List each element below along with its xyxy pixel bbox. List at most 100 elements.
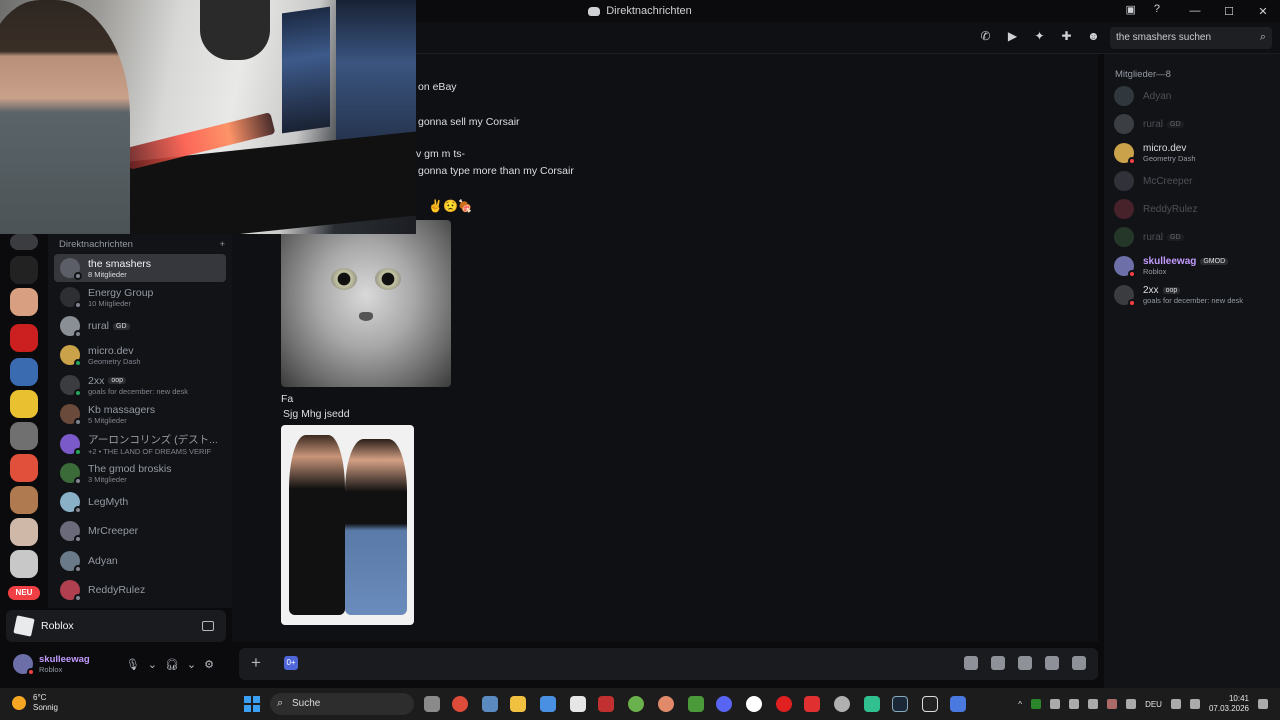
member-item[interactable]: 2xx oop goals for december: new desk bbox=[1114, 282, 1274, 308]
close-icon[interactable]: ✕ bbox=[1246, 0, 1280, 22]
sticker-icon[interactable] bbox=[1018, 656, 1032, 670]
dm-item[interactable]: アーロンコリンズ (デスト... +2 • THE LAND OF DREAMS … bbox=[54, 430, 226, 458]
member-item[interactable]: McCreeper bbox=[1114, 168, 1274, 194]
steam-tray-icon[interactable] bbox=[1050, 699, 1061, 709]
mute-icon[interactable]: 🎙︎ bbox=[126, 658, 140, 671]
webcam-overlay[interactable] bbox=[0, 0, 416, 234]
gear-icon[interactable]: ⚙ bbox=[204, 658, 214, 671]
microphone-icon[interactable] bbox=[1107, 699, 1118, 709]
language-indicator[interactable]: DEU bbox=[1145, 700, 1162, 709]
store-icon[interactable] bbox=[540, 696, 556, 712]
dm-item[interactable]: LegMyth bbox=[54, 488, 226, 516]
user-info[interactable]: skulleewag Roblox bbox=[39, 654, 90, 674]
keyboard-icon[interactable] bbox=[1126, 699, 1137, 709]
app-icon[interactable] bbox=[804, 696, 820, 712]
member-item[interactable]: skulleewag GMOD Roblox bbox=[1114, 253, 1274, 279]
app-chip[interactable]: 0+ bbox=[284, 656, 298, 670]
attach-button[interactable]: + bbox=[251, 653, 261, 673]
server-icon[interactable] bbox=[10, 486, 38, 514]
chevron-down-icon[interactable]: ⌄ bbox=[187, 658, 196, 671]
add-dm-button[interactable]: + bbox=[219, 239, 225, 250]
video-call-icon[interactable]: ▶ bbox=[1006, 30, 1019, 43]
member-item[interactable]: ReddyRulez bbox=[1114, 196, 1274, 222]
notification-icon[interactable] bbox=[1258, 699, 1268, 709]
task-view-icon[interactable] bbox=[424, 696, 440, 712]
discord-tray-icon[interactable] bbox=[1088, 699, 1099, 709]
photo-image[interactable] bbox=[281, 425, 414, 625]
weather-widget[interactable]: 6°C Sonnig bbox=[12, 693, 58, 713]
dm-item[interactable]: the smashers 8 Mitglieder bbox=[54, 254, 226, 282]
app-icon[interactable] bbox=[598, 696, 614, 712]
clock[interactable]: 10:41 07.03.2026 bbox=[1209, 694, 1249, 714]
voice-call-icon[interactable]: ✆ bbox=[979, 30, 992, 43]
chevron-down-icon[interactable]: ⌄ bbox=[148, 658, 157, 671]
pinned-icon[interactable]: ✦ bbox=[1033, 30, 1046, 43]
file-explorer-icon[interactable] bbox=[510, 696, 526, 712]
member-item[interactable]: rural GD bbox=[1114, 111, 1274, 137]
member-item[interactable]: Adyan bbox=[1114, 83, 1274, 109]
message-composer[interactable]: + 0+ bbox=[239, 648, 1098, 680]
add-friend-icon[interactable]: ✚ bbox=[1060, 30, 1073, 43]
server-icon[interactable] bbox=[10, 256, 38, 284]
server-icon[interactable] bbox=[10, 390, 38, 418]
dm-item[interactable]: 2xx oop goals for december: new desk bbox=[54, 371, 226, 399]
activity-panel[interactable]: Roblox bbox=[6, 610, 226, 642]
avatar[interactable] bbox=[13, 654, 35, 676]
dm-item[interactable]: micro.dev Geometry Dash bbox=[54, 341, 226, 369]
gift-icon[interactable] bbox=[964, 656, 978, 670]
app-icon[interactable] bbox=[776, 696, 792, 712]
app-icon[interactable] bbox=[950, 696, 966, 712]
dm-item[interactable]: Energy Group 10 Mitglieder bbox=[54, 283, 226, 311]
volume-icon[interactable] bbox=[1189, 699, 1200, 709]
chrome-icon[interactable] bbox=[452, 696, 468, 712]
inbox-icon[interactable]: ▣ bbox=[1125, 3, 1135, 16]
tray-icon[interactable] bbox=[1031, 699, 1042, 709]
member-item[interactable]: rural GD bbox=[1114, 224, 1274, 250]
chevron-up-icon[interactable]: ^ bbox=[1018, 700, 1022, 709]
calculator-icon[interactable] bbox=[482, 696, 498, 712]
avatar bbox=[60, 287, 82, 309]
search-input[interactable]: the smashers suchen ⌕ bbox=[1110, 27, 1272, 49]
dm-item[interactable]: rural GD bbox=[54, 312, 226, 340]
server-icon[interactable] bbox=[10, 324, 38, 352]
app-icon[interactable] bbox=[746, 696, 762, 712]
minecraft-icon[interactable] bbox=[688, 696, 704, 712]
dm-item[interactable]: ReddyRulez bbox=[54, 576, 226, 604]
dm-item[interactable]: The gmod broskis 3 Mitglieder bbox=[54, 459, 226, 487]
headset-icon[interactable]: 🎧︎ bbox=[165, 658, 179, 671]
help-icon[interactable]: ? bbox=[1154, 3, 1160, 16]
taskbar-search[interactable]: ⌕ Suche bbox=[270, 693, 414, 715]
tray-icon[interactable] bbox=[1069, 699, 1080, 709]
app-icon[interactable] bbox=[658, 696, 674, 712]
network-icon[interactable] bbox=[1170, 699, 1181, 709]
apps-icon[interactable] bbox=[1072, 656, 1086, 670]
member-list-icon[interactable]: ☻ bbox=[1087, 30, 1100, 43]
steam-icon[interactable] bbox=[892, 696, 908, 712]
cat-image[interactable] bbox=[281, 220, 451, 387]
dm-item[interactable]: Adyan bbox=[54, 547, 226, 575]
server-icon[interactable] bbox=[10, 288, 38, 316]
server-icon[interactable] bbox=[10, 550, 38, 578]
app-icon[interactable] bbox=[834, 696, 850, 712]
server-icon[interactable] bbox=[10, 422, 38, 450]
server-icon[interactable] bbox=[10, 358, 38, 386]
server-icon[interactable] bbox=[10, 518, 38, 546]
gif-icon[interactable] bbox=[991, 656, 1005, 670]
minimize-icon[interactable]: — bbox=[1178, 0, 1212, 22]
avatar bbox=[60, 521, 82, 543]
dm-item[interactable]: Kb massagers 5 Mitglieder bbox=[54, 400, 226, 428]
maximize-icon[interactable]: ☐ bbox=[1212, 0, 1246, 22]
windows-start-icon[interactable] bbox=[244, 696, 260, 712]
dm-item[interactable]: MrCreeper bbox=[54, 517, 226, 545]
new-badge[interactable]: NEU bbox=[8, 586, 40, 600]
server-icon[interactable] bbox=[10, 234, 38, 250]
stream-icon[interactable] bbox=[202, 621, 214, 631]
discord-icon[interactable] bbox=[716, 696, 732, 712]
server-icon[interactable] bbox=[10, 454, 38, 482]
app-icon[interactable] bbox=[864, 696, 880, 712]
member-item[interactable]: micro.dev Geometry Dash bbox=[1114, 140, 1274, 166]
app-icon[interactable] bbox=[922, 696, 938, 712]
app-icon[interactable] bbox=[570, 696, 586, 712]
emoji-icon[interactable] bbox=[1045, 656, 1059, 670]
app-icon[interactable] bbox=[628, 696, 644, 712]
